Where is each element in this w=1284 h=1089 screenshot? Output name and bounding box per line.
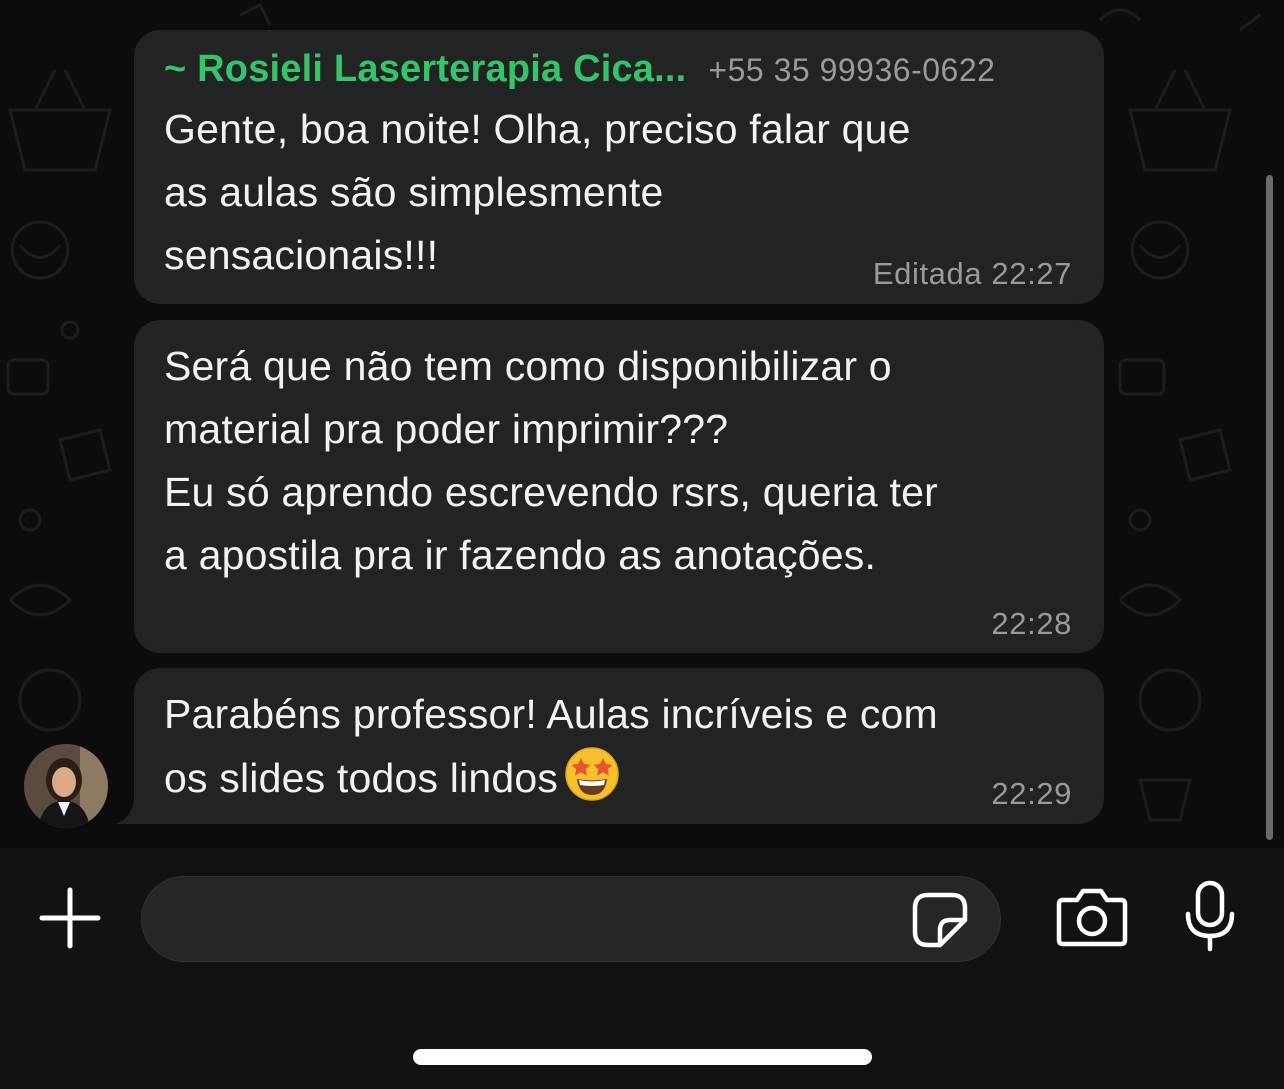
message-time: 22:28 [991, 606, 1072, 641]
message-text-content: Parabéns professor! Aulas incríveis e co… [164, 691, 938, 801]
scrollbar[interactable] [1266, 175, 1273, 840]
camera-icon[interactable] [1055, 884, 1129, 950]
avatar[interactable] [24, 744, 108, 828]
message-text: Parabéns professor! Aulas incríveis e co… [164, 683, 938, 810]
chat-area: ~ Rosieli Laserterapia Cica... +55 35 99… [0, 0, 1284, 848]
sender-phone: +55 35 99936-0622 [708, 52, 996, 88]
sticker-icon[interactable] [910, 890, 970, 950]
message-bubble[interactable]: Parabéns professor! Aulas incríveis e co… [134, 668, 1104, 824]
message-input-container[interactable] [141, 876, 1001, 963]
message-sender: ~ Rosieli Laserterapia Cica... +55 35 99… [164, 48, 995, 94]
message-text: Será que não tem como disponibilizar o m… [164, 343, 938, 578]
message-input[interactable] [172, 877, 916, 963]
avatar-photo [24, 744, 108, 828]
message-meta: Editada 22:27 [873, 256, 1072, 292]
sender-name[interactable]: ~ Rosieli Laserterapia Cica... [164, 48, 686, 91]
message-bubble[interactable]: Será que não tem como disponibilizar o m… [134, 320, 1104, 653]
plus-icon[interactable] [38, 886, 102, 950]
microphone-icon[interactable] [1182, 880, 1238, 952]
message-bubble[interactable]: ~ Rosieli Laserterapia Cica... +55 35 99… [134, 30, 1104, 304]
home-indicator[interactable] [413, 1049, 872, 1065]
star-struck-emoji [565, 747, 619, 801]
message-time: 22:27 [991, 256, 1072, 291]
message-text: Gente, boa noite! Olha, preciso falar qu… [164, 106, 911, 278]
edited-label: Editada [872, 256, 983, 291]
message-time: 22:29 [991, 776, 1072, 811]
